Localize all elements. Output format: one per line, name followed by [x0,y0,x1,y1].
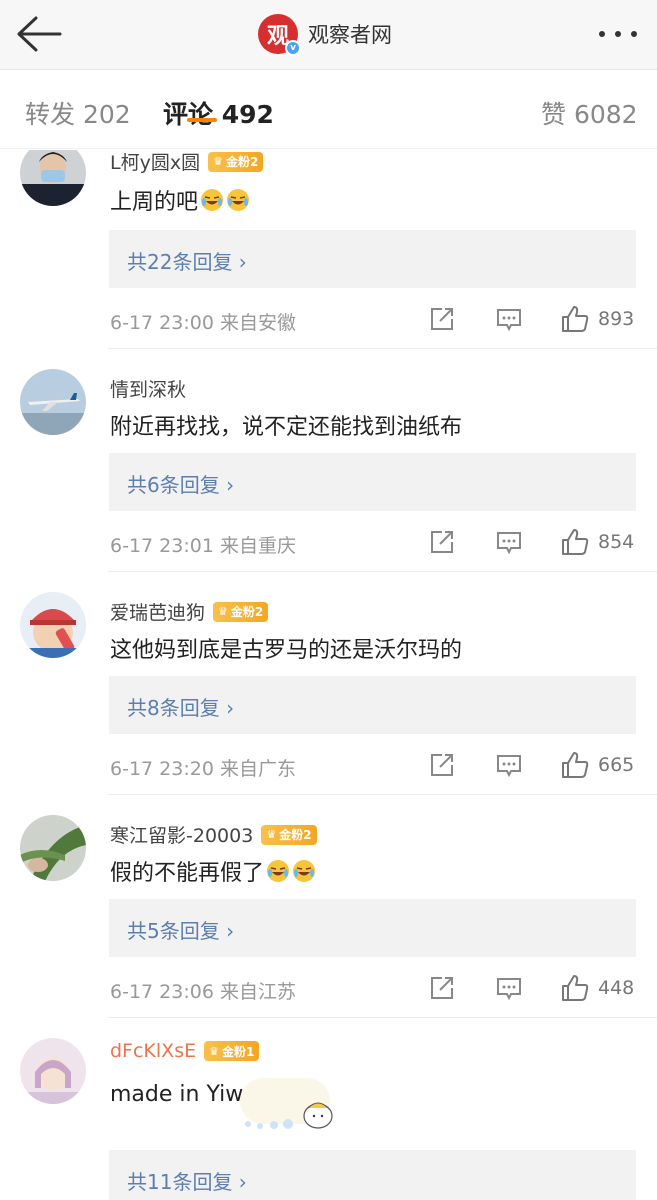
username[interactable]: 爱瑞芭迪狗 ♛ 金粉2 [110,598,269,625]
comment-item: 寒江留影-20003 ♛ 金粉2 假的不能再假了 共5条回复 › 6-17 23:0… [0,815,657,1025]
top-bar: 观v 观察者网 [0,0,657,70]
comment-time-location: 6-17 23:20 来自广东 [110,758,296,780]
laugh-cry-emoji-icon [201,189,224,211]
divider [108,1017,657,1018]
fan-badge: ♛ 金粉2 [213,601,269,622]
fan-badge: ♛ 金粉2 [208,151,264,172]
comment-text: made in Yiwu [110,1082,258,1107]
view-replies-button[interactable]: 共8条回复 › [109,676,636,734]
like-button[interactable]: 665 [560,750,634,780]
tab-bar: 转发 202 评论 492 赞 6082 [0,71,657,149]
tab-comments[interactable]: 评论 492 [163,95,274,131]
comment-text: 假的不能再假了 [110,855,316,887]
like-button[interactable]: 448 [560,973,634,1003]
thumbs-up-icon [562,975,589,1001]
username[interactable]: 情到深秋 [110,375,186,402]
more-options-icon[interactable] [597,22,639,46]
comment-time-location: 6-17 23:06 来自江苏 [110,981,296,1003]
thumbs-up-icon [562,752,589,778]
avatar[interactable] [20,150,86,206]
divider [108,794,657,795]
comment-list[interactable]: L柯y圆x圆 ♛ 金粉2 上周的吧 共22条回复 › 6-17 23:00 来自安徽… [0,150,657,1200]
repost-icon[interactable] [428,973,456,1003]
laugh-cry-emoji-icon [267,860,290,882]
avatar[interactable] [20,592,86,658]
account-name: 观察者网 [308,23,392,47]
comment-icon[interactable] [495,973,523,1003]
verified-badge-icon: v [285,40,301,56]
comment-icon[interactable] [495,304,523,334]
thumbs-up-icon [562,306,589,332]
comment-icon[interactable] [495,527,523,557]
comment-item: 情到深秋 附近再找找，说不定还能找到油纸布 共6条回复 › 6-17 23:01… [0,369,657,579]
comment-time-location: 6-17 23:00 来自安徽 [110,312,296,334]
username[interactable]: 寒江留影-20003 ♛ 金粉2 [110,821,317,848]
repost-icon[interactable] [428,750,456,780]
account-logo: 观v [258,14,301,56]
comment-item: 爱瑞芭迪狗 ♛ 金粉2 这他妈到底是古罗马的还是沃尔玛的 共8条回复 › 6-17 … [0,592,657,802]
fan-badge: ♛ 金粉2 [261,824,317,845]
comment-item: dFcKlXsE ♛ 金粉1 made in Yiwu 共11条回复 › [0,1038,657,1200]
view-replies-button[interactable]: 共5条回复 › [109,899,636,957]
like-count: 893 [598,308,635,330]
view-replies-button[interactable]: 共6条回复 › [109,453,636,511]
view-replies-button[interactable]: 共22条回复 › [109,230,636,288]
laugh-cry-emoji-icon [293,860,316,882]
username[interactable]: dFcKlXsE ♛ 金粉1 [110,1040,260,1062]
thumbs-up-icon [562,529,589,555]
comment-time-location: 6-17 23:01 来自重庆 [110,535,296,557]
active-tab-indicator [187,118,217,122]
avatar[interactable] [20,369,86,435]
like-button[interactable]: 854 [560,527,634,557]
like-count: 665 [598,754,635,776]
avatar[interactable] [20,815,86,881]
laugh-cry-emoji-icon [227,189,250,211]
comment-text: 这他妈到底是古罗马的还是沃尔玛的 [110,638,463,663]
comment-icon[interactable] [495,750,523,780]
like-button[interactable]: 893 [560,304,634,334]
back-arrow-icon[interactable] [14,14,64,54]
comment-text: 附近再找找，说不定还能找到油纸布 [110,415,463,440]
like-count: 854 [598,531,635,553]
avatar[interactable] [20,1038,86,1104]
username[interactable]: L柯y圆x圆 ♛ 金粉2 [110,150,264,175]
comment-text: 上周的吧 [110,184,250,216]
repost-icon[interactable] [428,304,456,334]
divider [108,348,657,349]
comment-item: L柯y圆x圆 ♛ 金粉2 上周的吧 共22条回复 › 6-17 23:00 来自安徽… [0,150,657,350]
repost-icon[interactable] [428,527,456,557]
fan-badge: ♛ 金粉1 [204,1041,260,1061]
tab-repost[interactable]: 转发 202 [25,95,131,131]
comment-bubble-decoration [240,1078,333,1129]
like-count: 448 [598,977,635,999]
view-replies-button[interactable]: 共11条回复 › [109,1150,636,1200]
tab-likes[interactable]: 赞 6082 [541,95,638,131]
divider [108,571,657,572]
account-header[interactable]: 观v 观察者网 [258,12,392,56]
